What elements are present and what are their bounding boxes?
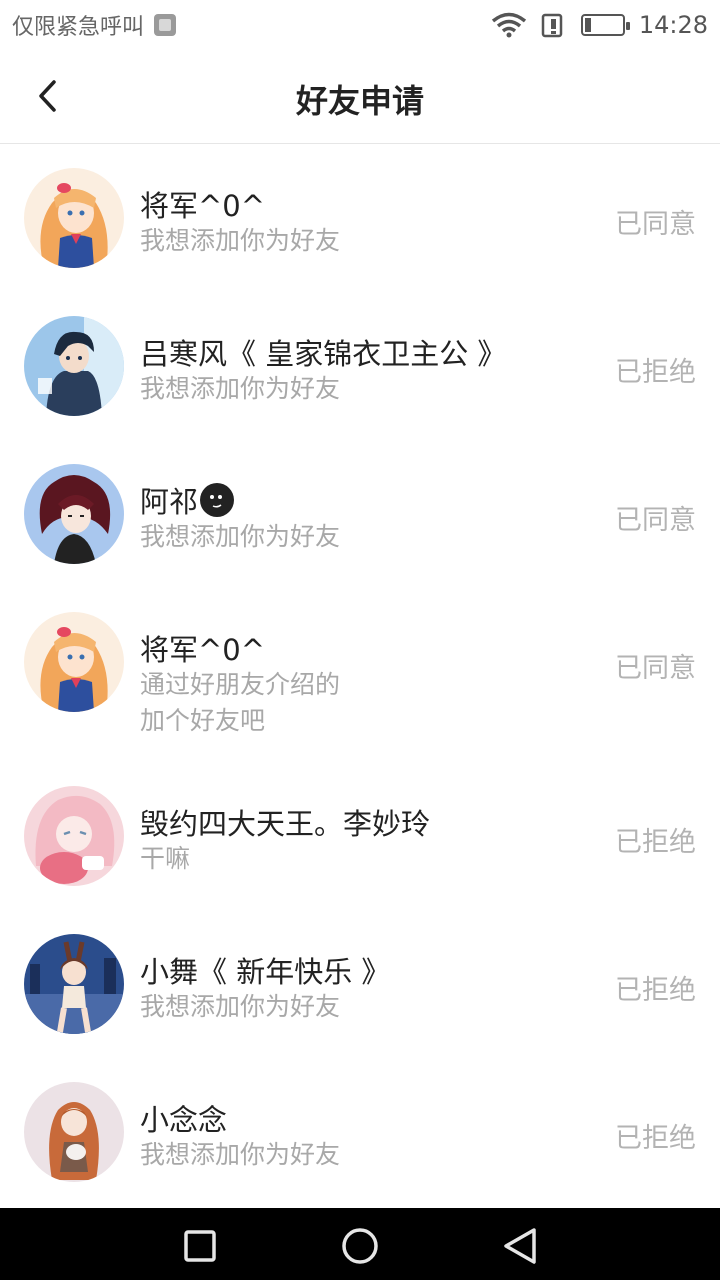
request-nickname: 将军^0^	[140, 633, 266, 667]
request-status: 已拒绝	[615, 975, 696, 1006]
friend-request-item[interactable]: 阿祁 我想添加你为好友 已同意	[0, 441, 720, 589]
request-message: 我想添加你为好友	[140, 226, 341, 255]
request-nickname: 毁约四大天王。李妙玲	[140, 807, 431, 841]
request-nickname: 将军^0^	[140, 189, 266, 223]
back-nav-button[interactable]	[500, 1226, 540, 1266]
friend-request-item[interactable]: 小念念 我想添加你为好友 已拒绝	[0, 1059, 720, 1207]
friend-request-item[interactable]: 将军^0^ 我想添加你为好友 已同意	[0, 145, 720, 293]
request-message: 我想添加你为好友	[140, 374, 341, 403]
square-icon	[184, 1230, 216, 1262]
request-status: 已拒绝	[615, 357, 696, 388]
screen: 仅限紧急呼叫 14:28 好友申请 将军^0^ 我想添加你为好友 已同意 吕寒风…	[0, 0, 720, 1280]
system-nav-bar	[0, 1208, 720, 1280]
friend-request-item[interactable]: 吕寒风《 皇家锦衣卫主公 》 我想添加你为好友 已拒绝	[0, 293, 720, 441]
request-nickname: 吕寒风《 皇家锦衣卫主公 》	[140, 337, 507, 371]
friend-request-item[interactable]: 小舞《 新年快乐 》 我想添加你为好友 已拒绝	[0, 911, 720, 1059]
app-header: 好友申请	[0, 50, 720, 144]
home-button[interactable]	[340, 1226, 380, 1266]
friend-request-item[interactable]: 毁约四大天王。李妙玲 干嘛 已拒绝	[0, 763, 720, 911]
status-right: 14:28	[491, 11, 708, 39]
sim-icon	[154, 14, 177, 36]
recent-apps-button[interactable]	[180, 1226, 220, 1266]
request-nickname-text: 阿祁	[140, 485, 199, 519]
request-message: 干嘛	[140, 844, 191, 873]
circle-icon	[342, 1228, 378, 1264]
request-status: 已同意	[615, 653, 696, 684]
request-status: 已同意	[615, 209, 696, 240]
wifi-icon	[491, 12, 526, 38]
avatar[interactable]	[24, 464, 124, 564]
avatar[interactable]	[24, 316, 124, 416]
status-left: 仅限紧急呼叫	[12, 9, 177, 41]
request-nickname: 阿祁	[140, 479, 235, 521]
request-status: 已拒绝	[615, 827, 696, 858]
friend-request-list: 将军^0^ 我想添加你为好友 已同意 吕寒风《 皇家锦衣卫主公 》 我想添加你为…	[0, 145, 720, 1207]
request-message: 我想添加你为好友	[140, 1140, 341, 1169]
carrier-text: 仅限紧急呼叫	[12, 15, 145, 40]
status-bar: 仅限紧急呼叫 14:28	[0, 0, 720, 50]
request-status: 已拒绝	[615, 1123, 696, 1154]
sim-alert-icon	[541, 13, 563, 38]
friend-request-item[interactable]: 将军^0^ 通过好朋友介绍的 加个好友吧 已同意	[0, 589, 720, 763]
request-nickname: 小念念	[140, 1103, 228, 1137]
request-message: 我想添加你为好友	[140, 992, 341, 1021]
smirk-face-icon	[200, 483, 235, 517]
battery-icon	[580, 14, 630, 36]
avatar[interactable]	[24, 934, 124, 1034]
avatar[interactable]	[24, 786, 124, 886]
request-status: 已同意	[615, 505, 696, 536]
request-message: 我想添加你为好友	[140, 522, 341, 551]
page-title: 好友申请	[295, 82, 424, 120]
avatar[interactable]	[24, 168, 124, 268]
clock-time: 14:28	[638, 11, 708, 39]
request-message-line2: 加个好友吧	[140, 706, 266, 735]
request-nickname: 小舞《 新年快乐 》	[140, 955, 391, 989]
avatar[interactable]	[24, 1082, 124, 1182]
avatar[interactable]	[24, 612, 124, 712]
triangle-back-icon	[504, 1228, 536, 1264]
request-message: 通过好朋友介绍的	[140, 670, 341, 699]
